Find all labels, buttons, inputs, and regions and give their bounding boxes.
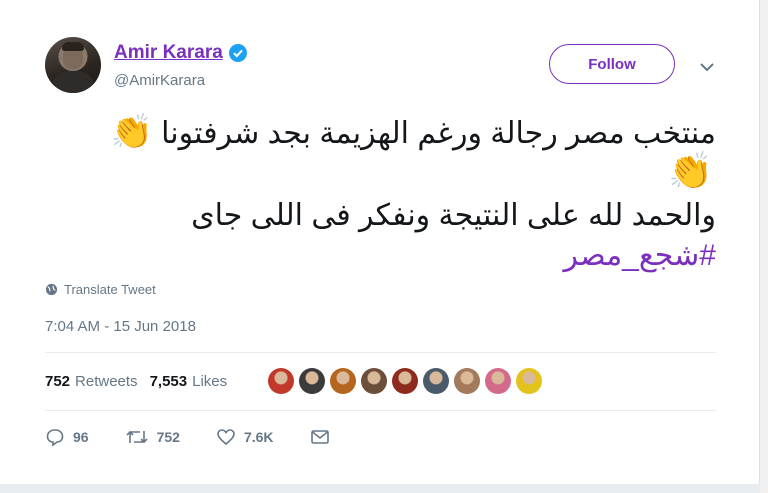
liker-avatar[interactable]	[268, 368, 294, 394]
user-handle[interactable]: @AmirKarara	[114, 72, 205, 89]
reply-count: 96	[73, 429, 89, 445]
user-avatar[interactable]	[45, 37, 101, 93]
liker-avatar[interactable]	[299, 368, 325, 394]
divider-top	[45, 352, 716, 353]
like-action[interactable]: 7.6K	[216, 427, 274, 447]
hashtag-link[interactable]: #شجع_مصر	[40, 236, 716, 276]
avatar-hair	[62, 42, 84, 51]
liker-avatars	[268, 368, 542, 394]
tweet-stats: 752 Retweets 7,553 Likes	[45, 373, 239, 390]
like-count: 7.6K	[243, 429, 274, 445]
scrollbar[interactable]	[759, 0, 768, 493]
retweet-count: 752	[156, 429, 180, 445]
retweets-count: 752	[45, 373, 71, 390]
liker-avatar[interactable]	[330, 368, 356, 394]
retweet-action[interactable]: 752	[125, 427, 180, 447]
liker-avatar[interactable]	[423, 368, 449, 394]
heart-icon	[217, 429, 235, 446]
retweets-stat[interactable]: 752 Retweets	[45, 373, 138, 390]
page-background-strip	[0, 484, 760, 493]
envelope-icon	[310, 430, 329, 444]
liker-avatar[interactable]	[454, 368, 480, 394]
likes-count: 7,553	[149, 373, 188, 390]
user-name[interactable]: Amir Karara	[114, 42, 223, 64]
liker-avatar[interactable]	[485, 368, 511, 394]
chevron-down-icon[interactable]	[698, 58, 716, 76]
verified-badge-icon	[228, 44, 247, 62]
retweets-label: Retweets	[75, 373, 138, 390]
clapping-hands-emoji-2: 👏	[668, 151, 713, 192]
user-name-row: Amir Karara	[114, 42, 247, 64]
divider-bottom	[45, 410, 716, 411]
retweet-icon	[126, 430, 148, 444]
clapping-hands-emoji: 👏	[110, 112, 153, 152]
avatar-body	[51, 71, 95, 93]
likes-stat[interactable]: 7,553 Likes	[150, 373, 228, 390]
tweet-timestamp[interactable]: 7:04 AM - 15 Jun 2018	[45, 318, 196, 335]
liker-avatar[interactable]	[516, 368, 542, 394]
likes-label: Likes	[192, 373, 228, 390]
liker-avatar[interactable]	[392, 368, 418, 394]
tweet-line-1: منتخب مصر رجالة ورغم الهزيمة بجد شرفتونا	[161, 117, 716, 150]
tweet-card: Amir Karara @AmirKarara Follow منتخب مصر…	[0, 0, 761, 484]
tweet-text-line-2: والحمد لله على النتيجة ونفكر فى اللى جاى	[191, 199, 716, 232]
follow-button[interactable]: Follow	[549, 44, 675, 84]
direct-message-action[interactable]	[310, 428, 330, 446]
globe-icon	[45, 283, 58, 296]
translate-label: Translate Tweet	[64, 282, 156, 297]
reply-icon	[46, 429, 64, 447]
reply-action[interactable]: 96	[45, 427, 89, 447]
translate-tweet-link[interactable]: Translate Tweet	[45, 282, 156, 297]
tweet-text-line-1: منتخب مصر رجالة ورغم الهزيمة بجد شرفتونا…	[40, 110, 716, 156]
tweet-actions: 96 752 7.6K	[45, 427, 366, 447]
liker-avatar[interactable]	[361, 368, 387, 394]
